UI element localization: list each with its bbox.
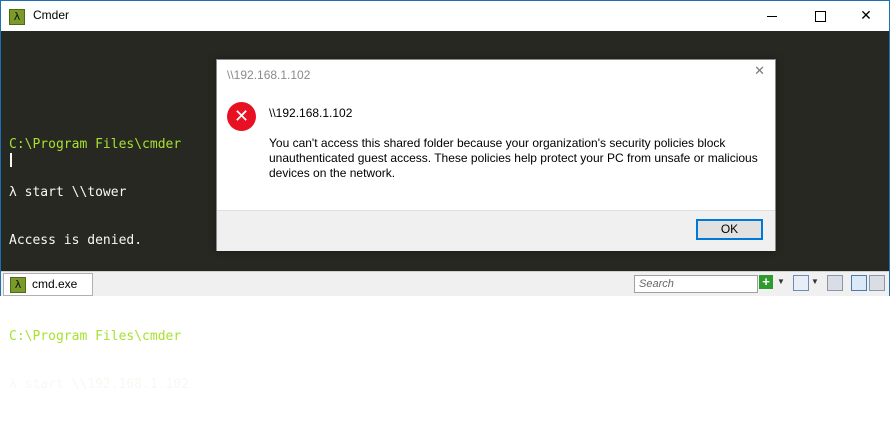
lambda-icon: λ (10, 277, 26, 293)
panes-dropdown[interactable]: ▼ (811, 275, 819, 289)
chevron-down-icon: ▼ (777, 277, 785, 286)
text-cursor (10, 153, 12, 167)
lambda-icon: λ (9, 9, 25, 25)
console-line: λ start \\192.168.1.102 (9, 377, 190, 392)
dialog-heading: \\192.168.1.102 (269, 106, 353, 120)
error-icon: ✕ (227, 102, 256, 131)
dialog-message: You can't access this shared folder beca… (269, 136, 758, 180)
search-input[interactable]: Search (634, 275, 758, 293)
window-title: Cmder (33, 8, 70, 22)
new-console-dropdown[interactable]: ▼ (777, 275, 785, 289)
close-button[interactable]: ✕ (843, 1, 889, 31)
dialog-footer: OK (217, 210, 775, 251)
panes-button[interactable] (793, 275, 809, 291)
minimize-icon (767, 15, 777, 17)
menu-button[interactable] (869, 275, 885, 291)
new-console-button[interactable]: + (759, 275, 773, 289)
toolbar-button[interactable] (827, 275, 843, 291)
console-line: C:\Program Files\cmder (9, 329, 182, 344)
close-icon: ✕ (860, 8, 872, 24)
tab-label: cmd.exe (32, 277, 78, 291)
console-line: λ start \\tower (9, 185, 127, 200)
plus-icon: + (762, 274, 770, 289)
dialog-title: \\192.168.1.102 (227, 68, 311, 82)
chevron-down-icon: ▼ (811, 277, 819, 286)
console-line: Access is denied. (9, 233, 143, 248)
maximize-button[interactable] (797, 1, 843, 31)
ok-button[interactable]: OK (696, 219, 763, 240)
error-dialog: \\192.168.1.102 ✕ ✕ \\192.168.1.102 You … (216, 59, 776, 251)
title-bar[interactable]: λ Cmder ✕ (1, 1, 889, 31)
minimize-button[interactable] (749, 1, 795, 31)
dialog-close-icon[interactable]: ✕ (754, 64, 765, 79)
console-output[interactable]: C:\Program Files\cmder λ start \\tower A… (9, 57, 189, 425)
console-line: C:\Program Files\cmder (9, 137, 182, 152)
status-bar: λ cmd.exe Search + ▼ ▼ (1, 271, 889, 296)
console-tab[interactable]: λ cmd.exe (3, 273, 93, 296)
maximize-icon (814, 10, 826, 22)
view-button[interactable] (851, 275, 867, 291)
